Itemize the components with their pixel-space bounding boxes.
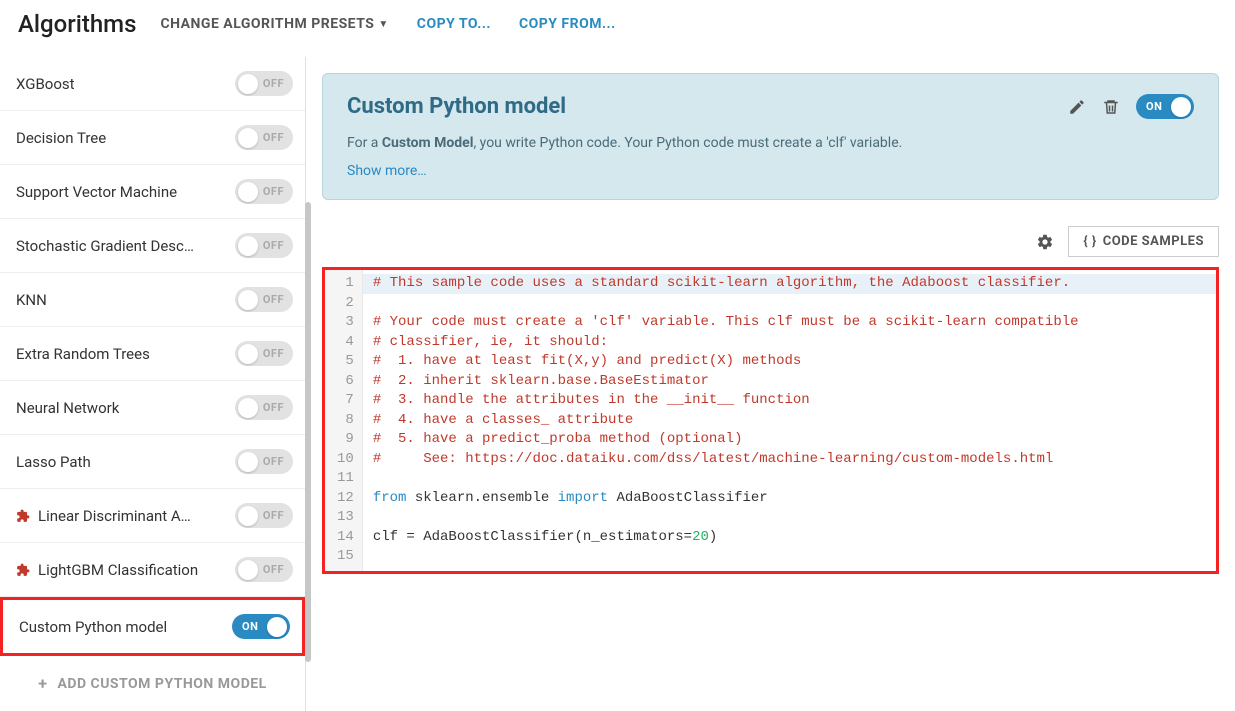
algorithm-item[interactable]: Stochastic Gradient Desc… OFF	[0, 219, 305, 273]
algorithm-item[interactable]: LightGBM Classification OFF	[0, 543, 305, 597]
algorithm-toggle[interactable]: OFF	[235, 125, 293, 150]
code-line[interactable]: from sklearn.ensemble import AdaBoostCla…	[373, 489, 1206, 509]
algorithm-label: XGBoost	[16, 75, 75, 93]
code-line[interactable]: # See: https://doc.dataiku.com/dss/lates…	[373, 450, 1206, 470]
line-gutter: 123456789101112131415	[325, 270, 363, 571]
code-line[interactable]: # This sample code uses a standard sciki…	[363, 274, 1216, 294]
code-samples-button[interactable]: { } CODE SAMPLES	[1068, 226, 1219, 257]
algorithm-item[interactable]: XGBoost OFF	[0, 57, 305, 111]
page-title: Algorithms	[18, 10, 136, 38]
code-line[interactable]: # 5. have a predict_proba method (option…	[373, 430, 1206, 450]
show-more-link[interactable]: Show more…	[347, 163, 1194, 179]
code-line[interactable]: # classifier, ie, it should:	[373, 333, 1206, 353]
add-custom-python-model-button[interactable]: + ADD CUSTOM PYTHON MODEL	[0, 656, 305, 711]
code-editor[interactable]: 123456789101112131415 # This sample code…	[322, 267, 1219, 574]
puzzle-icon	[16, 509, 30, 523]
algorithm-sidebar: XGBoostOFFDecision TreeOFFSupport Vector…	[0, 57, 306, 711]
toggle-knob	[238, 398, 258, 418]
info-box: Custom Python model ON For a Custom Mode…	[322, 73, 1219, 200]
algorithm-item[interactable]: Linear Discriminant A… OFF	[0, 489, 305, 543]
content-area: Custom Python model ON For a Custom Mode…	[306, 57, 1235, 711]
code-line[interactable]: # 3. handle the attributes in the __init…	[373, 391, 1206, 411]
algorithm-item[interactable]: Support Vector Machine OFF	[0, 165, 305, 219]
algorithm-label: LightGBM Classification	[16, 561, 198, 579]
code-line[interactable]	[373, 508, 1206, 528]
algorithm-item[interactable]: Lasso Path OFF	[0, 435, 305, 489]
algorithm-toggle[interactable]: OFF	[235, 503, 293, 528]
code-line[interactable]: clf = AdaBoostClassifier(n_estimators=20…	[373, 528, 1206, 548]
toggle-knob	[238, 74, 258, 94]
copy-to-button[interactable]: COPY TO...	[417, 16, 491, 32]
algorithm-label: Extra Random Trees	[16, 345, 150, 363]
algorithm-toggle[interactable]: ON	[232, 614, 290, 639]
toggle-knob	[267, 617, 287, 637]
code-line[interactable]: # 2. inherit sklearn.base.BaseEstimator	[373, 372, 1206, 392]
algorithm-toggle[interactable]: OFF	[235, 557, 293, 582]
algorithm-toggle[interactable]: OFF	[235, 233, 293, 258]
algorithm-item[interactable]: Custom Python model ON	[0, 597, 305, 656]
algorithm-label: Custom Python model	[19, 618, 167, 636]
copy-from-button[interactable]: COPY FROM...	[519, 16, 616, 32]
header: Algorithms CHANGE ALGORITHM PRESETS ▼ CO…	[0, 0, 1235, 57]
toggle-knob	[238, 290, 258, 310]
toggle-knob	[238, 506, 258, 526]
algorithm-label: Decision Tree	[16, 129, 106, 147]
algorithm-label: Linear Discriminant A…	[16, 507, 191, 525]
toggle-knob	[238, 128, 258, 148]
algorithm-item[interactable]: Neural Network OFF	[0, 381, 305, 435]
algorithm-toggle[interactable]: OFF	[235, 341, 293, 366]
braces-icon: { }	[1083, 234, 1096, 249]
caret-down-icon: ▼	[378, 19, 388, 30]
toggle-knob	[1171, 97, 1191, 117]
algorithm-item[interactable]: Extra Random Trees OFF	[0, 327, 305, 381]
algorithm-label: KNN	[16, 291, 47, 309]
toggle-knob	[238, 182, 258, 202]
algorithm-item[interactable]: KNN OFF	[0, 273, 305, 327]
algorithm-toggle[interactable]: OFF	[235, 287, 293, 312]
toggle-knob	[238, 452, 258, 472]
info-toggle[interactable]: ON	[1136, 94, 1194, 119]
algorithm-label: Stochastic Gradient Desc…	[16, 237, 194, 255]
algorithm-label: Neural Network	[16, 399, 119, 417]
algorithm-toggle[interactable]: OFF	[235, 395, 293, 420]
code-line[interactable]: # Your code must create a 'clf' variable…	[373, 313, 1206, 333]
editor-toolbar: { } CODE SAMPLES	[322, 220, 1219, 267]
algorithm-item[interactable]: Decision Tree OFF	[0, 111, 305, 165]
code-line[interactable]: # 4. have a classes_ attribute	[373, 411, 1206, 431]
change-presets-dropdown[interactable]: CHANGE ALGORITHM PRESETS ▼	[160, 16, 388, 32]
puzzle-icon	[16, 563, 30, 577]
info-description: For a Custom Model, you write Python cod…	[347, 135, 1194, 151]
trash-icon[interactable]	[1102, 98, 1120, 116]
plus-icon: +	[38, 674, 47, 693]
code-line[interactable]	[373, 294, 1206, 314]
code-body[interactable]: # This sample code uses a standard sciki…	[363, 270, 1216, 571]
pencil-icon[interactable]	[1068, 98, 1086, 116]
algorithm-label: Lasso Path	[16, 453, 91, 471]
algorithm-label: Support Vector Machine	[16, 183, 177, 201]
code-line[interactable]	[373, 469, 1206, 489]
toggle-knob	[238, 560, 258, 580]
info-title: Custom Python model	[347, 94, 566, 119]
sidebar-scrollbar[interactable]	[305, 202, 311, 662]
gear-icon[interactable]	[1036, 233, 1054, 251]
toggle-knob	[238, 344, 258, 364]
toggle-knob	[238, 236, 258, 256]
algorithm-toggle[interactable]: OFF	[235, 71, 293, 96]
algorithm-toggle[interactable]: OFF	[235, 179, 293, 204]
algorithm-toggle[interactable]: OFF	[235, 449, 293, 474]
code-line[interactable]	[373, 547, 1206, 567]
code-line[interactable]: # 1. have at least fit(X,y) and predict(…	[373, 352, 1206, 372]
